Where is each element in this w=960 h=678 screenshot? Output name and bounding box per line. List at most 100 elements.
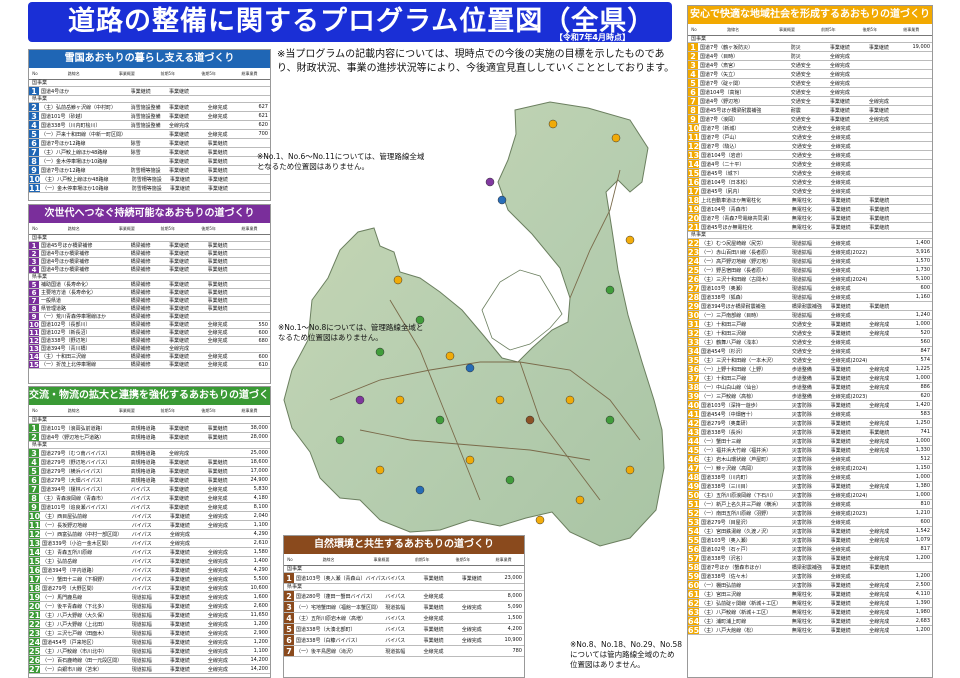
project-type: 現道拡幅 (385, 648, 406, 655)
project-type: 交通安全 (790, 98, 811, 105)
first-term: 事業継続 (830, 303, 851, 310)
project-type: バイパス (131, 540, 152, 547)
total-cost: 4,180 (253, 495, 268, 501)
table-row: 31 （主）十和田三戸線 交通安全 事業継続 全線完成 1,000 (688, 320, 932, 329)
section-safe-community-roads: 安心で快適な地域社会を形成するあおもりの道づくり No 路線名 事業概要 前期5年 後期5… (687, 5, 933, 678)
first-term: 全線完成 (830, 501, 851, 508)
row-number: 10 (29, 321, 39, 329)
route-name: 上北自動車道ほか無電柱化 (701, 197, 762, 204)
total-cost: 1,380 (915, 483, 931, 489)
row-number: 26 (688, 275, 700, 284)
row-number: 6 (29, 289, 39, 296)
project-type: 現道拡幅 (791, 285, 812, 292)
first-term: 事業継続 (169, 243, 190, 249)
table-row: 1 国道4号ほか 事業継続 事業継続 (29, 87, 270, 96)
section-header: 雪国あおもりの暮らし支える道づくり (29, 50, 270, 68)
table-row: 2 国道4号（目時） 防災 全線完成 (688, 52, 932, 61)
second-term: 全線完成 (869, 600, 890, 607)
marker (575, 495, 585, 505)
row-number: 1 (29, 424, 39, 432)
route-name: 国道7号ほか12路線 (41, 167, 86, 174)
route-name: （主）八戸鮫上線ほか48路線 (42, 176, 109, 183)
column-header-no: No (32, 71, 38, 76)
row-number: 38 (688, 383, 700, 392)
table-row: 20 （一）後平青森線（下北多） 現道拡幅 事業継続 全線完成 2,600 (29, 602, 270, 611)
row-number: 15 (29, 557, 41, 566)
row-number: 12 (688, 142, 700, 151)
table-row: 9 （一）荒川青森停車場線ほか 橋梁補修 事業継続 (29, 313, 270, 321)
marker (393, 275, 403, 285)
column-header-route: 路線名 (67, 407, 80, 413)
first-term: 事業継続 (830, 206, 851, 213)
first-term: 全線完成 (169, 540, 190, 547)
first-term: 事業継続 (169, 338, 190, 344)
row-number: 6 (284, 635, 294, 645)
first-term: 事業継続 (169, 567, 190, 574)
table-row: 39 （一）三戸鮫線（高椋） 歩道整備 全線完成(2023) 620 (688, 392, 932, 401)
second-term: 事業継続 (869, 206, 890, 213)
total-cost: 19,000 (912, 44, 931, 50)
first-term: 事業継続 (169, 314, 190, 320)
first-term: 事業継続 (830, 582, 851, 589)
table-row: 43 国道338号（長浜） 災害防除 事業継続 事業継続 741 (688, 428, 932, 437)
first-term: 全線完成(2023) (830, 510, 868, 517)
table-row: 60 （一）棚田弘前線 災害防除 事業継続 全線完成 2,500 (688, 581, 932, 590)
column-header-type: 事業概要 (118, 407, 135, 413)
row-number: 4 (284, 613, 294, 623)
second-term: 全線完成 (207, 354, 228, 360)
row-number: 26 (29, 656, 41, 665)
total-cost: 1,079 (915, 537, 931, 543)
total-cost: 3,916 (915, 249, 931, 255)
second-term: 全線完成 (207, 322, 228, 328)
first-term: 事業継続 (830, 627, 851, 634)
project-type: 歩道整備 (791, 375, 812, 382)
table-row: 7 （一）後平鳥居線（滝沢） 現道拡幅 全線完成 780 (284, 646, 524, 657)
second-term: 事業継続 (207, 434, 228, 441)
table-row: 65 （主）八戸大館線（松） 無電柱化 事業継続 全線完成 1,200 (688, 626, 932, 635)
second-term: 全線完成 (869, 330, 890, 337)
column-header-no: No (32, 408, 38, 413)
project-type: 交通安全 (791, 188, 812, 195)
route-name: （主）五所川原浪岡線（下石川） (701, 492, 777, 499)
row-number: 14 (688, 160, 700, 169)
table-row: 3 国道101号（砂越） 消雪施設整備 事業継続 全線完成 621 (29, 112, 270, 121)
route-name: （一）金木停車場ほか10路線 (42, 185, 109, 192)
page-title: 道路の整備に関するプログラム位置図（全県） 【令和7年4月時点】 (28, 2, 672, 42)
project-type: 無電柱化 (791, 600, 812, 607)
route-name: （主）三沢十和田線（古間木） (701, 276, 772, 283)
marker (548, 119, 558, 129)
project-type: 交通安全 (791, 143, 812, 150)
total-cost: 14,200 (250, 666, 269, 672)
column-header-cost: 総事業費 (241, 225, 258, 231)
project-type: 交通安全 (790, 62, 811, 69)
route-name: （一）上野十和田線（上野） (701, 366, 767, 373)
route-name: 国道7号ほか（蟹森市ほか） (701, 564, 765, 571)
first-term: 全線完成(2024) (830, 465, 868, 472)
table-row: 26 （主）三沢十和田線（古間木） 現道拡幅 全線完成(2024) 5,100 (688, 275, 932, 284)
row-number: 2 (29, 250, 39, 257)
project-type: 交通安全 (790, 71, 811, 78)
first-term: 全線完成 (423, 615, 444, 622)
column-headers: No 路線名 事業概要 前期5年 後期5年 総事業費 (29, 68, 270, 80)
route-name: 国道45号ほか橋梁耐震補強 (700, 107, 762, 114)
first-term: 事業継続 (169, 322, 190, 328)
project-type: 交通安全 (790, 89, 811, 96)
row-number: 23 (688, 248, 700, 257)
marker (611, 133, 621, 143)
route-name: 国道338号（野辺地） (41, 338, 91, 344)
row-number: 13 (688, 151, 700, 160)
row-number: 18 (29, 584, 41, 593)
total-cost: 550 (258, 321, 268, 328)
project-type: 現道拡幅 (131, 621, 152, 628)
first-term: 事業継続 (830, 366, 851, 373)
group-label: 県事業 (29, 96, 270, 103)
marker (497, 195, 507, 205)
project-type: バイパス (131, 513, 152, 520)
first-term: 全線完成 (829, 71, 850, 78)
first-term: 事業継続 (830, 321, 851, 328)
row-number: 64 (688, 617, 700, 626)
row-number: 31 (688, 320, 700, 329)
table-row: 11 （一）長坂野辺地線 バイパス 事業継続 全線完成 1,100 (29, 521, 270, 530)
route-name: （主）三沢七戸線（田面木） (42, 630, 108, 637)
table-row: 3 国道4号（斎宮） 交通安全 全線完成 (688, 61, 932, 70)
